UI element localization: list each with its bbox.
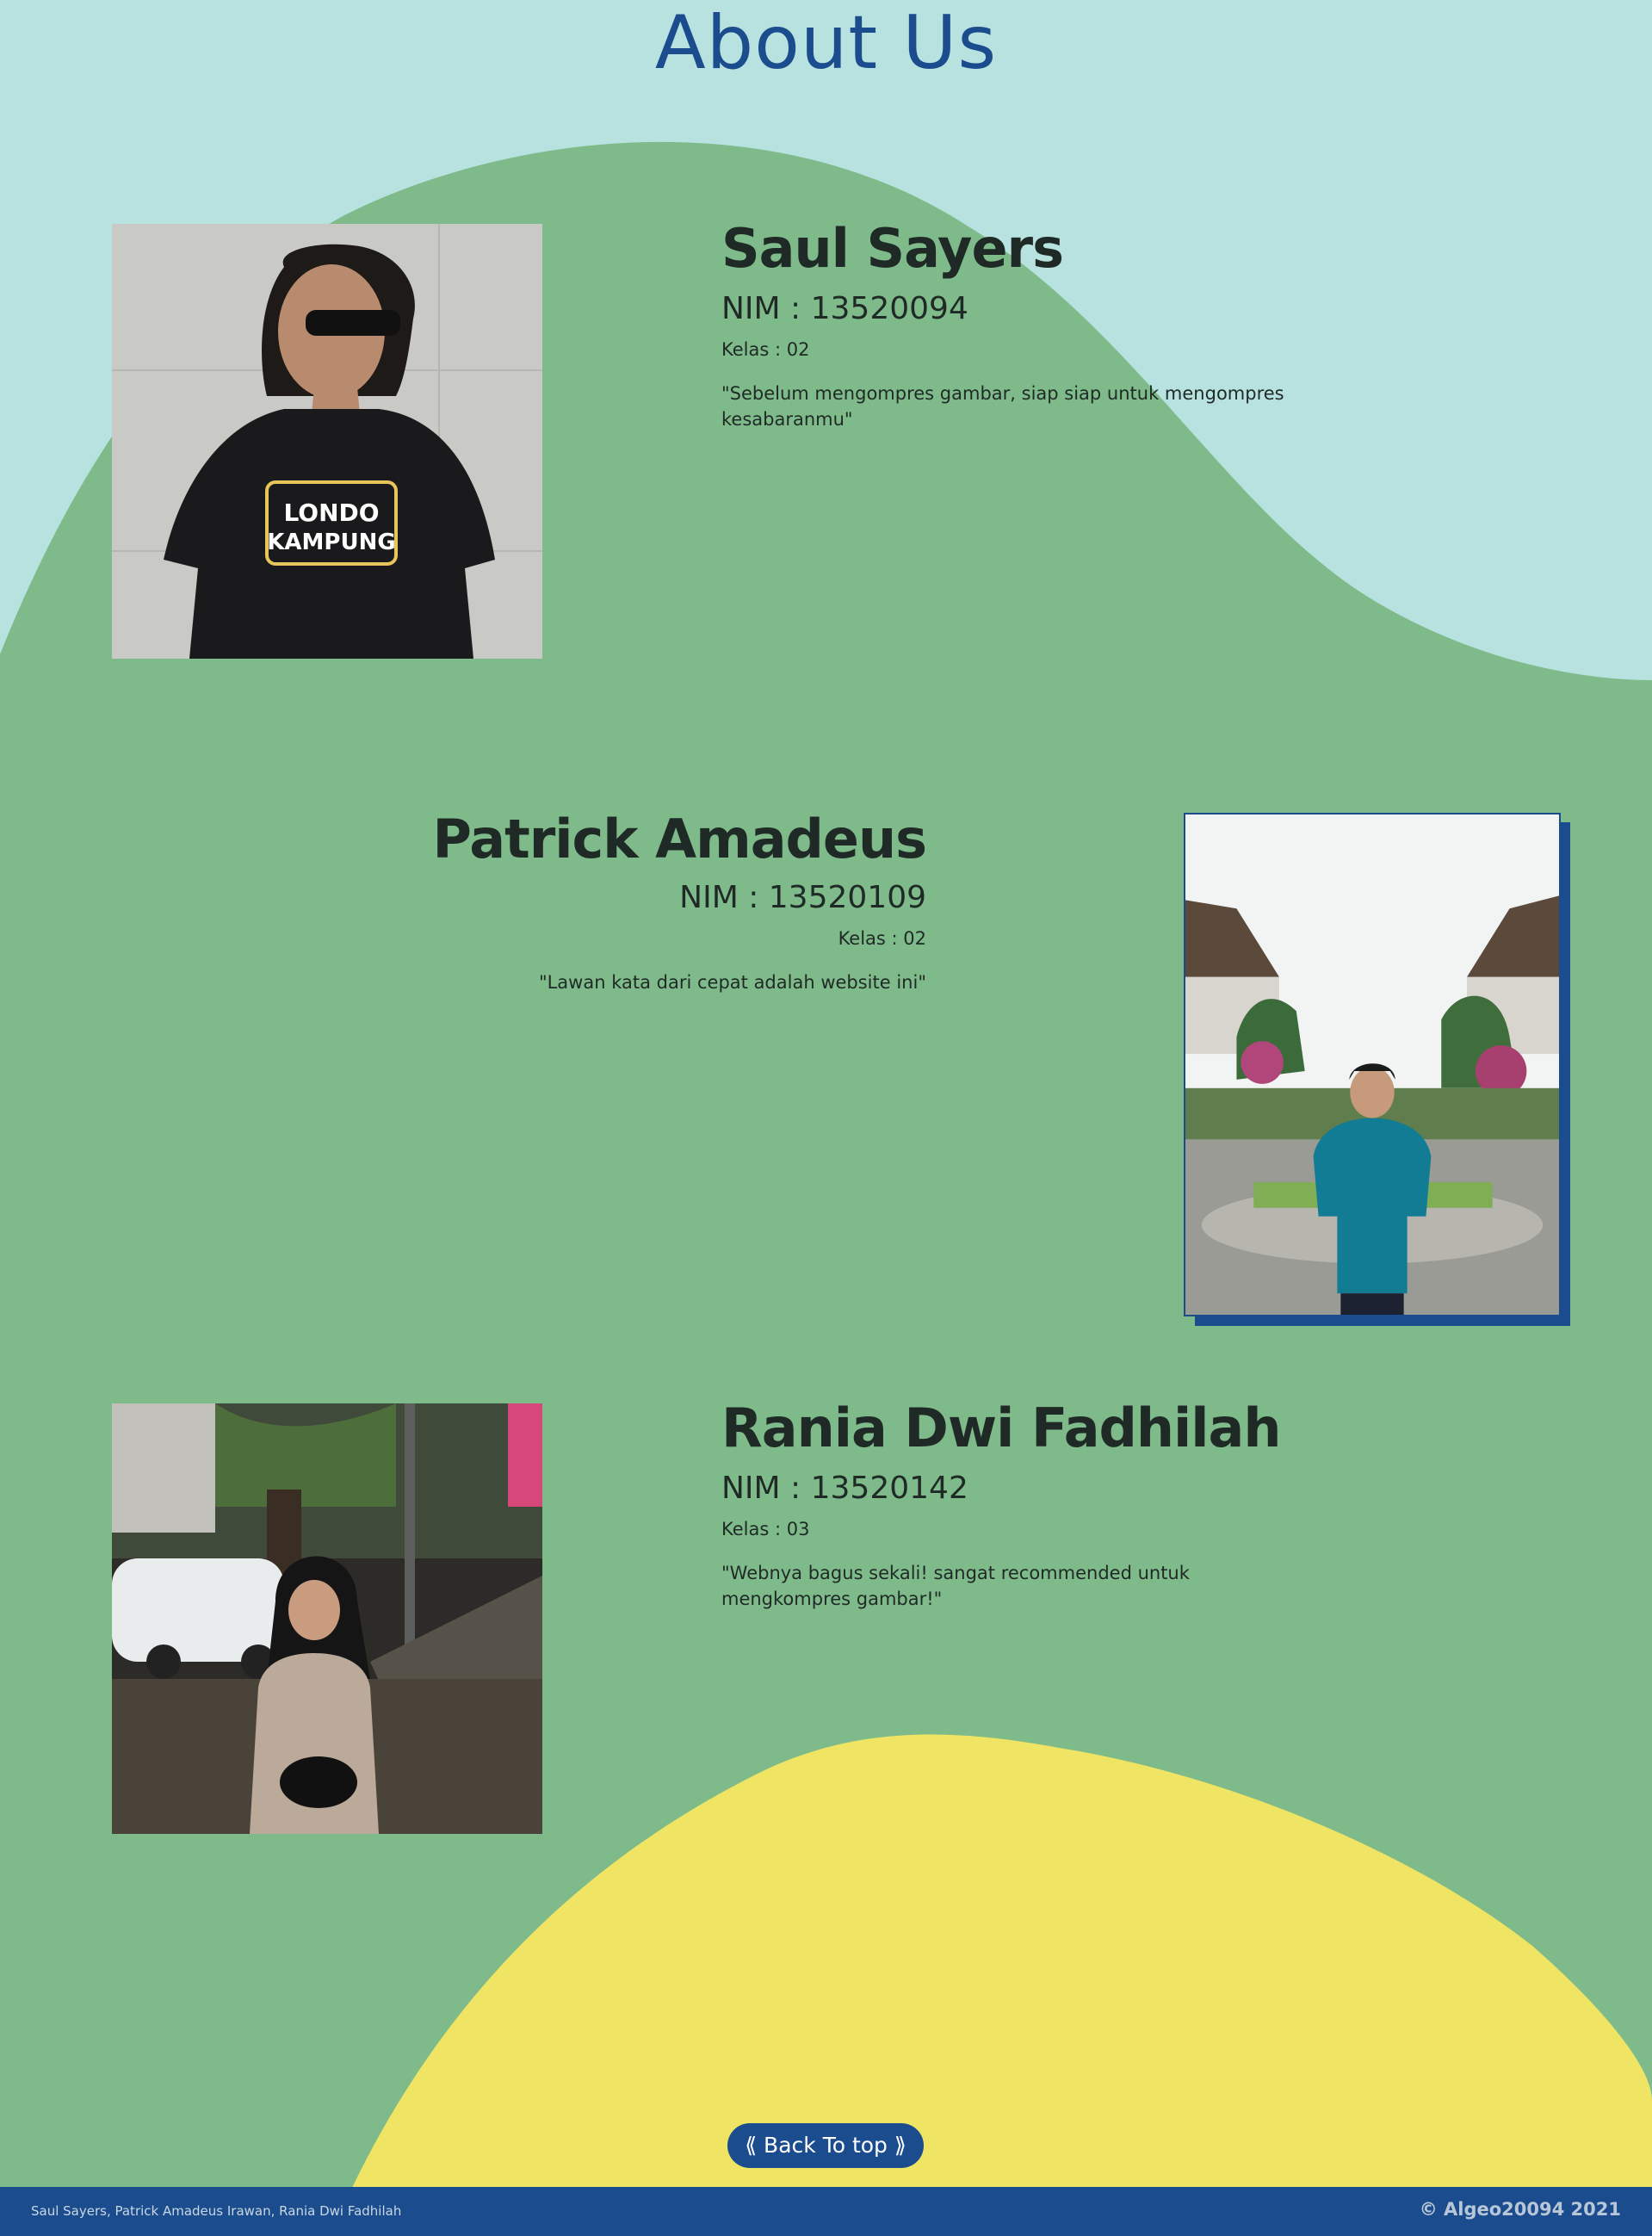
portrait-photo-icon: LONDO KAMPUNG <box>112 224 542 659</box>
member-quote: "Lawan kata dari cepat adalah website in… <box>538 972 926 993</box>
member-name: Rania Dwi Fadhilah <box>721 1397 1282 1459</box>
member-name: Saul Sayers <box>721 217 1064 280</box>
footer-names: Saul Sayers, Patrick Amadeus Irawan, Ran… <box>31 2203 402 2219</box>
member-photo-rania <box>112 1403 542 1834</box>
member-name: Patrick Amadeus <box>432 808 927 870</box>
portrait-photo-icon <box>112 1403 542 1834</box>
member-photo-saul: LONDO KAMPUNG <box>112 224 542 659</box>
member-quote: "Webnya bagus sekali! sangat recommended… <box>721 1563 1190 1609</box>
member-nim: NIM : 13520109 <box>679 880 926 915</box>
member-nim: NIM : 13520094 <box>721 291 968 326</box>
portrait-photo-icon <box>1185 814 1559 1315</box>
svg-text:LONDO: LONDO <box>283 499 379 527</box>
member-photo-patrick <box>1184 813 1561 1316</box>
member-kelas: Kelas : 02 <box>721 339 810 360</box>
member-nim: NIM : 13520142 <box>721 1471 968 1506</box>
member-kelas: Kelas : 03 <box>721 1519 810 1539</box>
member-quote: "Sebelum mengompres gambar, siap siap un… <box>721 383 1284 430</box>
footer-copyright: © Algeo20094 2021 <box>1419 2199 1621 2220</box>
member-kelas: Kelas : 02 <box>838 928 926 949</box>
svg-text:KAMPUNG: KAMPUNG <box>267 530 395 555</box>
page-title: About Us <box>654 0 998 86</box>
back-to-top-button[interactable]: ⟪ Back To top ⟫ <box>727 2123 924 2168</box>
footer: Saul Sayers, Patrick Amadeus Irawan, Ran… <box>0 2187 1652 2236</box>
